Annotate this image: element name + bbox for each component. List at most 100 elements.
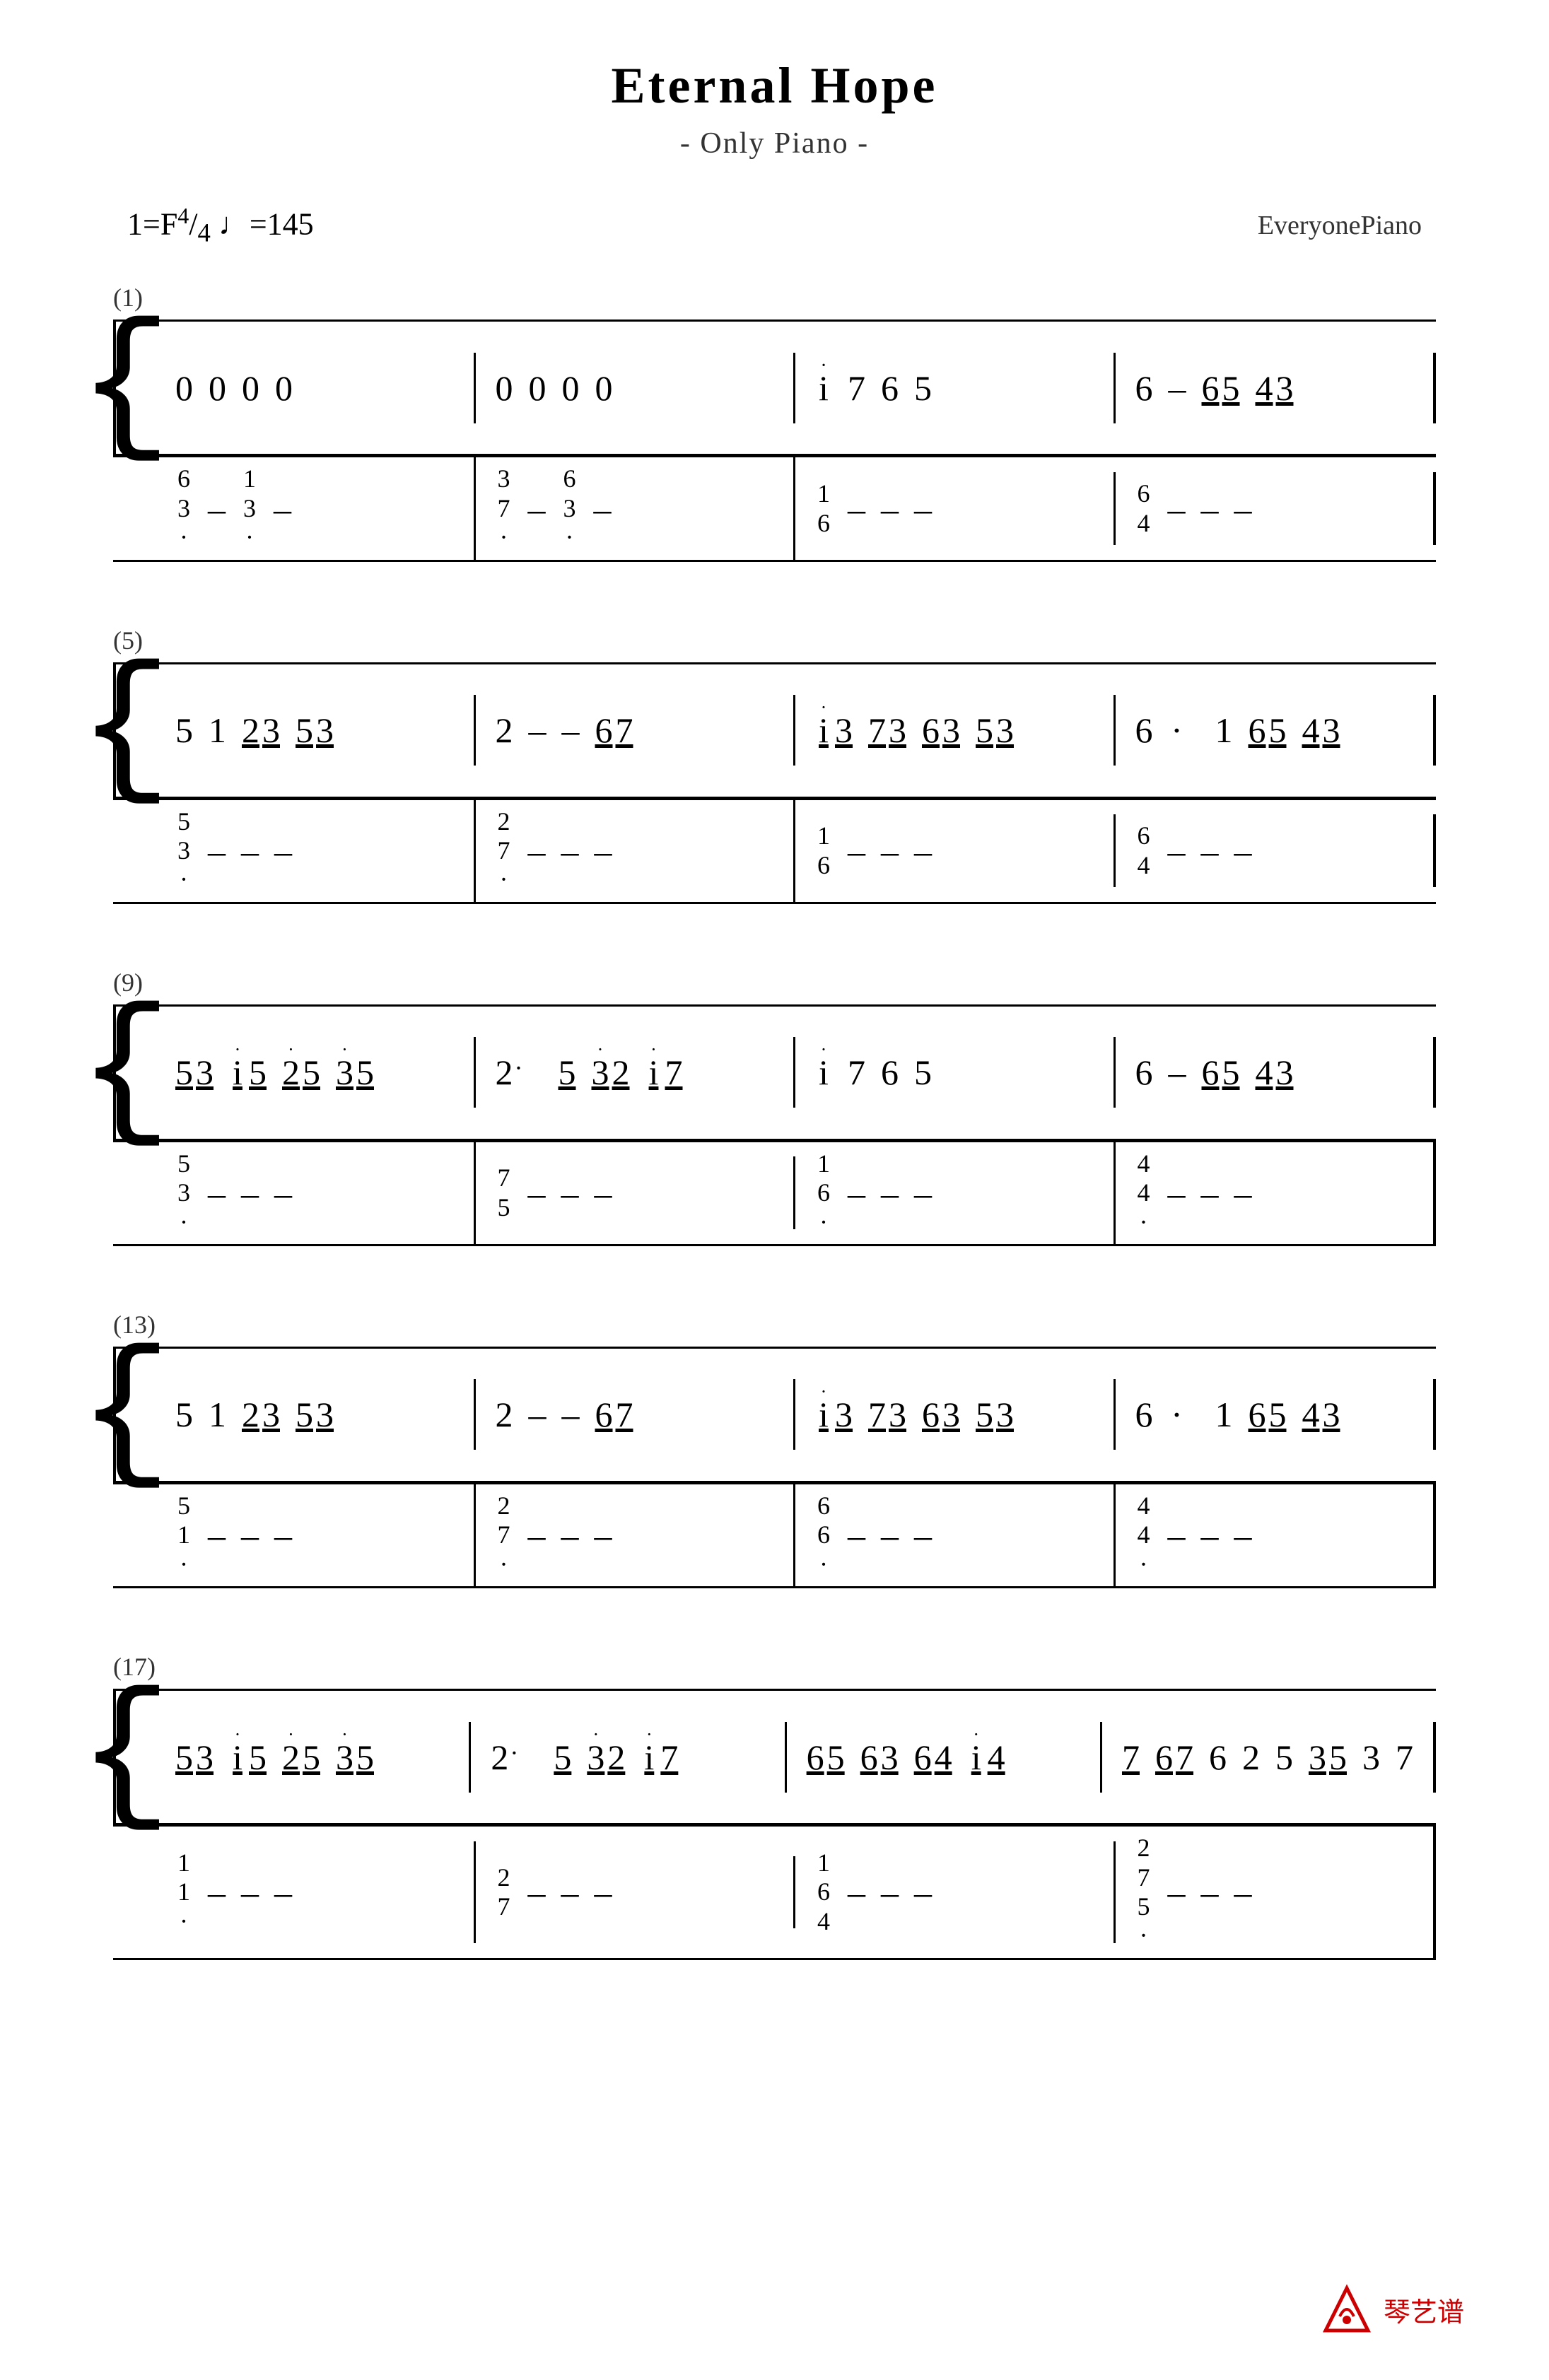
treble-measures-2: 5 1 2 3 5 3 2 – – 6: [156, 695, 1436, 766]
note: 6: [881, 368, 899, 409]
note: 5: [175, 1149, 192, 1178]
note: –: [1168, 831, 1186, 872]
measure-10-treble: 2· 5 3· 2 i· 7: [476, 1037, 796, 1108]
bass-staff-3: 5 3 · – – – 7 5 – – –: [113, 1141, 1436, 1246]
note: ·: [175, 1907, 192, 1936]
note: 5: [175, 1491, 192, 1520]
note: ·: [815, 1550, 832, 1579]
note-group: i· 7: [641, 1737, 678, 1778]
note: ·: [1135, 1208, 1152, 1237]
subtitle: - Only Piano -: [113, 127, 1436, 160]
note: 3·: [587, 1737, 604, 1778]
treble-staff-1: { 0 0 0 0 0 0 0 0 i·: [113, 320, 1436, 456]
note: 3: [996, 710, 1014, 751]
note: –: [881, 1515, 899, 1556]
note: 3: [1362, 1737, 1380, 1778]
note: 3: [262, 710, 280, 751]
note: –: [1234, 1173, 1252, 1214]
treble-measures-5: 5 3 i· 5 2· 5 3· 5: [156, 1722, 1436, 1793]
note: 5: [356, 1052, 374, 1093]
system-1: (1) { 0 0 0 0 0 0 0 0: [113, 283, 1436, 561]
measure-7-treble: i· 3 7 3 6 3 5 3: [795, 695, 1116, 766]
note: 2·: [282, 1052, 300, 1093]
note: –: [528, 831, 546, 872]
note: 5: [175, 1394, 193, 1435]
note: 6: [1135, 821, 1152, 850]
note: ·: [1135, 1921, 1152, 1950]
note-group: 6 5: [1249, 710, 1287, 751]
note: 1: [241, 464, 258, 493]
note: 6: [881, 1052, 899, 1093]
note: –: [561, 1515, 579, 1556]
measure-2-treble: 0 0 0 0: [476, 353, 796, 423]
note: –: [208, 831, 226, 872]
treble-staff-4: { 5 1 2 3 5 3 2 –: [113, 1347, 1436, 1483]
chord: 1 3 ·: [241, 464, 258, 552]
note: 7: [868, 710, 886, 751]
note: 3: [1276, 368, 1294, 409]
note: –: [528, 488, 546, 529]
note: 1: [815, 1149, 832, 1178]
note-group: 3 5: [1309, 1737, 1347, 1778]
note: –: [274, 1173, 292, 1214]
note: 3: [942, 710, 960, 751]
logo-text: 琴艺谱: [1384, 2290, 1464, 2329]
note: 0: [496, 368, 513, 409]
note: 2: [1242, 1737, 1260, 1778]
measure-9-treble: 5 3 i· 5 2· 5 3· 5: [156, 1037, 476, 1108]
measure-8-treble: 6 · 1 6 5 4 3: [1116, 695, 1437, 766]
note: 6: [815, 851, 832, 880]
note-group: 6 7: [595, 710, 633, 751]
note: –: [528, 1173, 546, 1214]
note: 1: [1215, 1394, 1233, 1435]
note: –: [1201, 831, 1219, 872]
brace: {: [113, 322, 156, 454]
note: –: [881, 1872, 899, 1913]
note: 7: [868, 1394, 886, 1435]
note: –: [914, 1515, 932, 1556]
note: 0: [562, 368, 580, 409]
brace: {: [113, 1007, 156, 1139]
note: 5: [914, 1052, 932, 1093]
note-group: 5 3: [296, 710, 334, 751]
meta-row: 1=F4/4 ♩=145 EveryonePiano: [113, 203, 1436, 247]
note: –: [881, 831, 899, 872]
note: –: [274, 488, 291, 529]
treble-staff-2: { 5 1 2 3 5 3 2 –: [113, 662, 1436, 799]
note: 7: [496, 836, 513, 865]
note: 5: [175, 1052, 193, 1093]
note: 5: [1329, 1737, 1347, 1778]
note: ·: [175, 865, 192, 894]
chord: 6 4: [1135, 821, 1152, 880]
note-i: i·: [815, 368, 832, 409]
note: 3: [1323, 1394, 1340, 1435]
bass-measures: 6 3 · – 1 3 · – 3 7: [156, 457, 1436, 559]
note: 3: [881, 1737, 899, 1778]
note: 3: [889, 710, 906, 751]
note-group: 3· 2: [587, 1737, 625, 1778]
note: 6: [1135, 1394, 1153, 1435]
note: i·: [968, 1737, 985, 1778]
measure-20-treble: 7 6 7 6 2 5 3 5 3 7: [1102, 1722, 1436, 1793]
note: 1: [815, 1848, 832, 1877]
note: –: [1168, 488, 1186, 529]
note: –: [562, 1394, 580, 1435]
note: 7: [1122, 1737, 1140, 1778]
note: 3: [316, 710, 334, 751]
bass-measures-2: 5 3 · – – – 2 7 · – – –: [156, 800, 1436, 902]
note: 3: [942, 1394, 960, 1435]
note: 3: [175, 836, 192, 865]
note-group: 6 4: [914, 1737, 952, 1778]
note-group: 6 7: [1155, 1737, 1193, 1778]
measure-20-bass: 2 7 5 · – – –: [1116, 1827, 1437, 1958]
treble-measures-3: 5 3 i· 5 2· 5 3· 5: [156, 1037, 1436, 1108]
note-group: 4 3: [1256, 1052, 1294, 1093]
note: 3·: [336, 1737, 353, 1778]
note: –: [528, 1515, 546, 1556]
note-group: 2· 5: [282, 1737, 320, 1778]
note: 1: [209, 710, 226, 751]
note: 6: [1202, 1052, 1220, 1093]
measure-18-treble: 2· 5 3· 2 i· 7: [471, 1722, 786, 1793]
note: –: [1169, 1052, 1186, 1093]
measure-18-bass: 2 7 – – –: [476, 1856, 796, 1929]
